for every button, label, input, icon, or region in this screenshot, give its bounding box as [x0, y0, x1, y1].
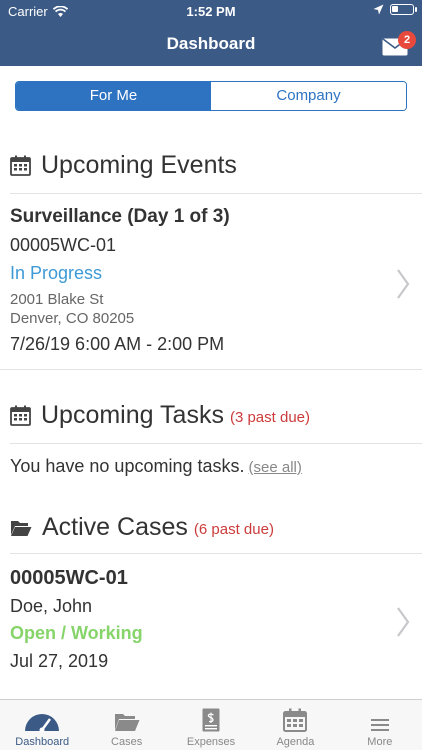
folder-icon	[114, 714, 140, 731]
cases-past-due: (6 past due)	[193, 521, 274, 538]
scope-segmented-control: For Me Company	[15, 81, 407, 111]
event-status: In Progress	[10, 263, 103, 283]
battery-icon	[390, 4, 417, 15]
cases-section-title: Active Cases	[42, 513, 188, 541]
tab-bar: Dashboard Cases Expenses Agenda More	[0, 699, 422, 750]
case-status: Open / Working	[10, 623, 143, 643]
tab-label: Dashboard	[15, 736, 70, 748]
tasks-section-header: Upcoming Tasks (3 past due)	[10, 401, 310, 430]
tab-cases[interactable]: Cases	[84, 700, 168, 750]
chevron-right-icon	[397, 269, 410, 299]
location-arrow-icon	[373, 4, 384, 15]
top-bar: Carrier 1:52 PM Dashboard 2	[0, 0, 422, 66]
status-bar: Carrier 1:52 PM	[0, 0, 422, 22]
case-number: 00005WC-01	[10, 567, 128, 589]
case-date: Jul 27, 2019	[10, 651, 109, 671]
status-time: 1:52 PM	[186, 4, 236, 19]
tab-label: Cases	[111, 736, 143, 748]
calendar-icon	[10, 405, 31, 426]
event-time-range: 7/26/19 6:00 AM - 2:00 PM	[10, 334, 225, 354]
calendar-icon	[283, 708, 308, 732]
events-section-header: Upcoming Events	[10, 151, 237, 180]
tab-agenda[interactable]: Agenda	[253, 700, 337, 750]
divider	[10, 553, 422, 554]
tasks-empty-row: You have no upcoming tasks. (see all)	[10, 456, 302, 477]
tab-label: Expenses	[186, 736, 236, 748]
mail-badge: 2	[398, 31, 416, 49]
calendar-icon	[10, 155, 31, 176]
segment-for-me[interactable]: For Me	[16, 82, 211, 110]
gauge-icon	[25, 714, 60, 732]
chevron-right-icon	[397, 607, 410, 637]
event-case-number: 00005WC-01	[10, 235, 117, 255]
menu-icon	[370, 719, 389, 731]
cases-section-header: Active Cases (6 past due)	[10, 513, 274, 542]
tab-expenses[interactable]: Expenses	[169, 700, 253, 750]
events-section-title: Upcoming Events	[41, 151, 237, 179]
segment-company[interactable]: Company	[211, 82, 406, 110]
folder-open-icon	[11, 520, 32, 536]
divider	[10, 443, 422, 444]
tasks-empty-text: You have no upcoming tasks.	[10, 456, 245, 476]
tasks-section-title: Upcoming Tasks	[41, 401, 224, 429]
tab-more[interactable]: More	[338, 700, 422, 750]
event-name: Surveillance (Day 1 of 3)	[10, 206, 230, 227]
status-right	[373, 4, 417, 15]
case-client: Doe, John	[10, 596, 93, 616]
page-title: Dashboard	[166, 34, 256, 53]
tab-label: Agenda	[276, 736, 315, 748]
tab-label: More	[367, 736, 393, 748]
see-all-link[interactable]: (see all)	[249, 459, 302, 476]
tasks-past-due: (3 past due)	[229, 409, 310, 426]
tab-dashboard[interactable]: Dashboard	[0, 700, 84, 750]
event-address-line1: 2001 Blake St	[10, 291, 104, 308]
divider	[0, 369, 422, 370]
divider	[10, 193, 422, 194]
event-address-line2: Denver, CO 80205	[10, 310, 135, 327]
receipt-icon	[202, 708, 220, 732]
